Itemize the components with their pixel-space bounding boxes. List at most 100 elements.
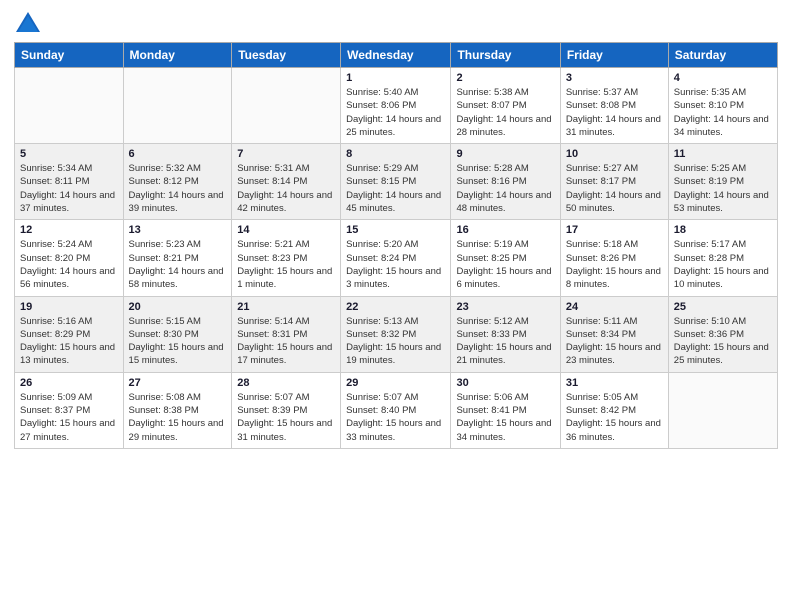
day-number: 14 [237, 224, 335, 236]
day-info: Sunrise: 5:18 AM Sunset: 8:26 PM Dayligh… [566, 238, 663, 291]
day-info: Sunrise: 5:29 AM Sunset: 8:15 PM Dayligh… [346, 162, 445, 215]
calendar-cell: 9Sunrise: 5:28 AM Sunset: 8:16 PM Daylig… [451, 144, 560, 220]
day-number: 25 [674, 301, 772, 313]
header-row-days: SundayMondayTuesdayWednesdayThursdayFrid… [15, 43, 778, 68]
header-row [14, 10, 778, 38]
col-header-tuesday: Tuesday [232, 43, 341, 68]
logo-icon [14, 10, 42, 38]
day-info: Sunrise: 5:31 AM Sunset: 8:14 PM Dayligh… [237, 162, 335, 215]
calendar-week-1: 1Sunrise: 5:40 AM Sunset: 8:06 PM Daylig… [15, 68, 778, 144]
day-number: 17 [566, 224, 663, 236]
calendar-cell: 5 Sunrise: 5:34 AM Sunset: 8:11 PM Daylig… [15, 144, 124, 220]
calendar-cell [668, 372, 777, 448]
calendar-cell: 10 Sunrise: 5:27 AM Sunset: 8:17 PM Dayli… [560, 144, 668, 220]
day-number: 4 [674, 72, 772, 84]
calendar-cell: 30Sunrise: 5:06 AM Sunset: 8:41 PM Dayli… [451, 372, 560, 448]
page-container: SundayMondayTuesdayWednesdayThursdayFrid… [0, 0, 792, 457]
day-number: 10 [566, 148, 663, 160]
col-header-monday: Monday [123, 43, 232, 68]
day-number: 8 [346, 148, 445, 160]
day-info: Sunrise: 5:15 AM Sunset: 8:30 PM Dayligh… [129, 315, 227, 368]
day-number: 29 [346, 377, 445, 389]
day-info: Sunrise: 5:17 AM Sunset: 8:28 PM Dayligh… [674, 238, 772, 291]
day-info: Sunrise: 5:34 AM Sunset: 8:11 PM Dayligh… [20, 162, 118, 215]
calendar-cell: 20 Sunrise: 5:15 AM Sunset: 8:30 PM Dayli… [123, 296, 232, 372]
calendar-cell: 15 Sunrise: 5:20 AM Sunset: 8:24 PM Dayli… [341, 220, 451, 296]
day-info: Sunrise: 5:28 AM Sunset: 8:16 PM Dayligh… [456, 162, 554, 215]
day-info: Sunrise: 5:10 AM Sunset: 8:36 PM Dayligh… [674, 315, 772, 368]
day-number: 6 [129, 148, 227, 160]
col-header-wednesday: Wednesday [341, 43, 451, 68]
day-number: 31 [566, 377, 663, 389]
calendar-cell: 8 Sunrise: 5:29 AM Sunset: 8:15 PM Daylig… [341, 144, 451, 220]
day-info: Sunrise: 5:37 AM Sunset: 8:08 PM Dayligh… [566, 86, 663, 139]
day-info: Sunrise: 5:09 AM Sunset: 8:37 PM Dayligh… [20, 391, 118, 444]
calendar-week-3: 12 Sunrise: 5:24 AM Sunset: 8:20 PM Dayli… [15, 220, 778, 296]
day-info: Sunrise: 5:08 AM Sunset: 8:38 PM Dayligh… [129, 391, 227, 444]
calendar-cell: 17 Sunrise: 5:18 AM Sunset: 8:26 PM Dayli… [560, 220, 668, 296]
calendar-header: SundayMondayTuesdayWednesdayThursdayFrid… [15, 43, 778, 68]
day-info: Sunrise: 5:27 AM Sunset: 8:17 PM Dayligh… [566, 162, 663, 215]
col-header-saturday: Saturday [668, 43, 777, 68]
calendar-cell: 29 Sunrise: 5:07 AM Sunset: 8:40 PM Dayli… [341, 372, 451, 448]
day-number: 22 [346, 301, 445, 313]
day-info: Sunrise: 5:38 AM Sunset: 8:07 PM Dayligh… [456, 86, 554, 139]
calendar-cell: 27Sunrise: 5:08 AM Sunset: 8:38 PM Dayli… [123, 372, 232, 448]
calendar-cell: 4 Sunrise: 5:35 AM Sunset: 8:10 PM Daylig… [668, 68, 777, 144]
day-number: 1 [346, 72, 445, 84]
col-header-friday: Friday [560, 43, 668, 68]
day-info: Sunrise: 5:19 AM Sunset: 8:25 PM Dayligh… [456, 238, 554, 291]
day-info: Sunrise: 5:14 AM Sunset: 8:31 PM Dayligh… [237, 315, 335, 368]
calendar-body: 1Sunrise: 5:40 AM Sunset: 8:06 PM Daylig… [15, 68, 778, 449]
calendar-cell [123, 68, 232, 144]
calendar-cell: 25 Sunrise: 5:10 AM Sunset: 8:36 PM Dayli… [668, 296, 777, 372]
logo [14, 10, 46, 38]
calendar-cell: 11 Sunrise: 5:25 AM Sunset: 8:19 PM Dayli… [668, 144, 777, 220]
day-number: 11 [674, 148, 772, 160]
col-header-thursday: Thursday [451, 43, 560, 68]
day-info: Sunrise: 5:13 AM Sunset: 8:32 PM Dayligh… [346, 315, 445, 368]
day-number: 21 [237, 301, 335, 313]
day-number: 19 [20, 301, 118, 313]
day-number: 23 [456, 301, 554, 313]
calendar-cell: 28Sunrise: 5:07 AM Sunset: 8:39 PM Dayli… [232, 372, 341, 448]
calendar-cell [15, 68, 124, 144]
day-info: Sunrise: 5:11 AM Sunset: 8:34 PM Dayligh… [566, 315, 663, 368]
day-number: 26 [20, 377, 118, 389]
day-number: 2 [456, 72, 554, 84]
day-info: Sunrise: 5:21 AM Sunset: 8:23 PM Dayligh… [237, 238, 335, 291]
calendar-cell: 24 Sunrise: 5:11 AM Sunset: 8:34 PM Dayli… [560, 296, 668, 372]
day-info: Sunrise: 5:07 AM Sunset: 8:40 PM Dayligh… [346, 391, 445, 444]
calendar-cell: 2 Sunrise: 5:38 AM Sunset: 8:07 PM Daylig… [451, 68, 560, 144]
day-number: 7 [237, 148, 335, 160]
calendar-week-4: 19Sunrise: 5:16 AM Sunset: 8:29 PM Dayli… [15, 296, 778, 372]
calendar-table: SundayMondayTuesdayWednesdayThursdayFrid… [14, 42, 778, 449]
calendar-cell: 6 Sunrise: 5:32 AM Sunset: 8:12 PM Daylig… [123, 144, 232, 220]
day-number: 16 [456, 224, 554, 236]
day-info: Sunrise: 5:32 AM Sunset: 8:12 PM Dayligh… [129, 162, 227, 215]
day-number: 24 [566, 301, 663, 313]
day-info: Sunrise: 5:35 AM Sunset: 8:10 PM Dayligh… [674, 86, 772, 139]
day-info: Sunrise: 5:24 AM Sunset: 8:20 PM Dayligh… [20, 238, 118, 291]
calendar-cell: 13Sunrise: 5:23 AM Sunset: 8:21 PM Dayli… [123, 220, 232, 296]
day-number: 30 [456, 377, 554, 389]
calendar-cell: 16 Sunrise: 5:19 AM Sunset: 8:25 PM Dayli… [451, 220, 560, 296]
calendar-cell: 1Sunrise: 5:40 AM Sunset: 8:06 PM Daylig… [341, 68, 451, 144]
day-number: 20 [129, 301, 227, 313]
calendar-cell: 23Sunrise: 5:12 AM Sunset: 8:33 PM Dayli… [451, 296, 560, 372]
day-number: 5 [20, 148, 118, 160]
day-number: 28 [237, 377, 335, 389]
calendar-cell: 26 Sunrise: 5:09 AM Sunset: 8:37 PM Dayli… [15, 372, 124, 448]
day-info: Sunrise: 5:23 AM Sunset: 8:21 PM Dayligh… [129, 238, 227, 291]
day-info: Sunrise: 5:20 AM Sunset: 8:24 PM Dayligh… [346, 238, 445, 291]
calendar-cell: 14 Sunrise: 5:21 AM Sunset: 8:23 PM Dayli… [232, 220, 341, 296]
calendar-cell: 19Sunrise: 5:16 AM Sunset: 8:29 PM Dayli… [15, 296, 124, 372]
calendar-cell: 22 Sunrise: 5:13 AM Sunset: 8:32 PM Dayli… [341, 296, 451, 372]
calendar-cell: 12 Sunrise: 5:24 AM Sunset: 8:20 PM Dayli… [15, 220, 124, 296]
day-number: 18 [674, 224, 772, 236]
day-number: 15 [346, 224, 445, 236]
day-number: 12 [20, 224, 118, 236]
calendar-cell: 7 Sunrise: 5:31 AM Sunset: 8:14 PM Daylig… [232, 144, 341, 220]
day-info: Sunrise: 5:25 AM Sunset: 8:19 PM Dayligh… [674, 162, 772, 215]
day-number: 3 [566, 72, 663, 84]
